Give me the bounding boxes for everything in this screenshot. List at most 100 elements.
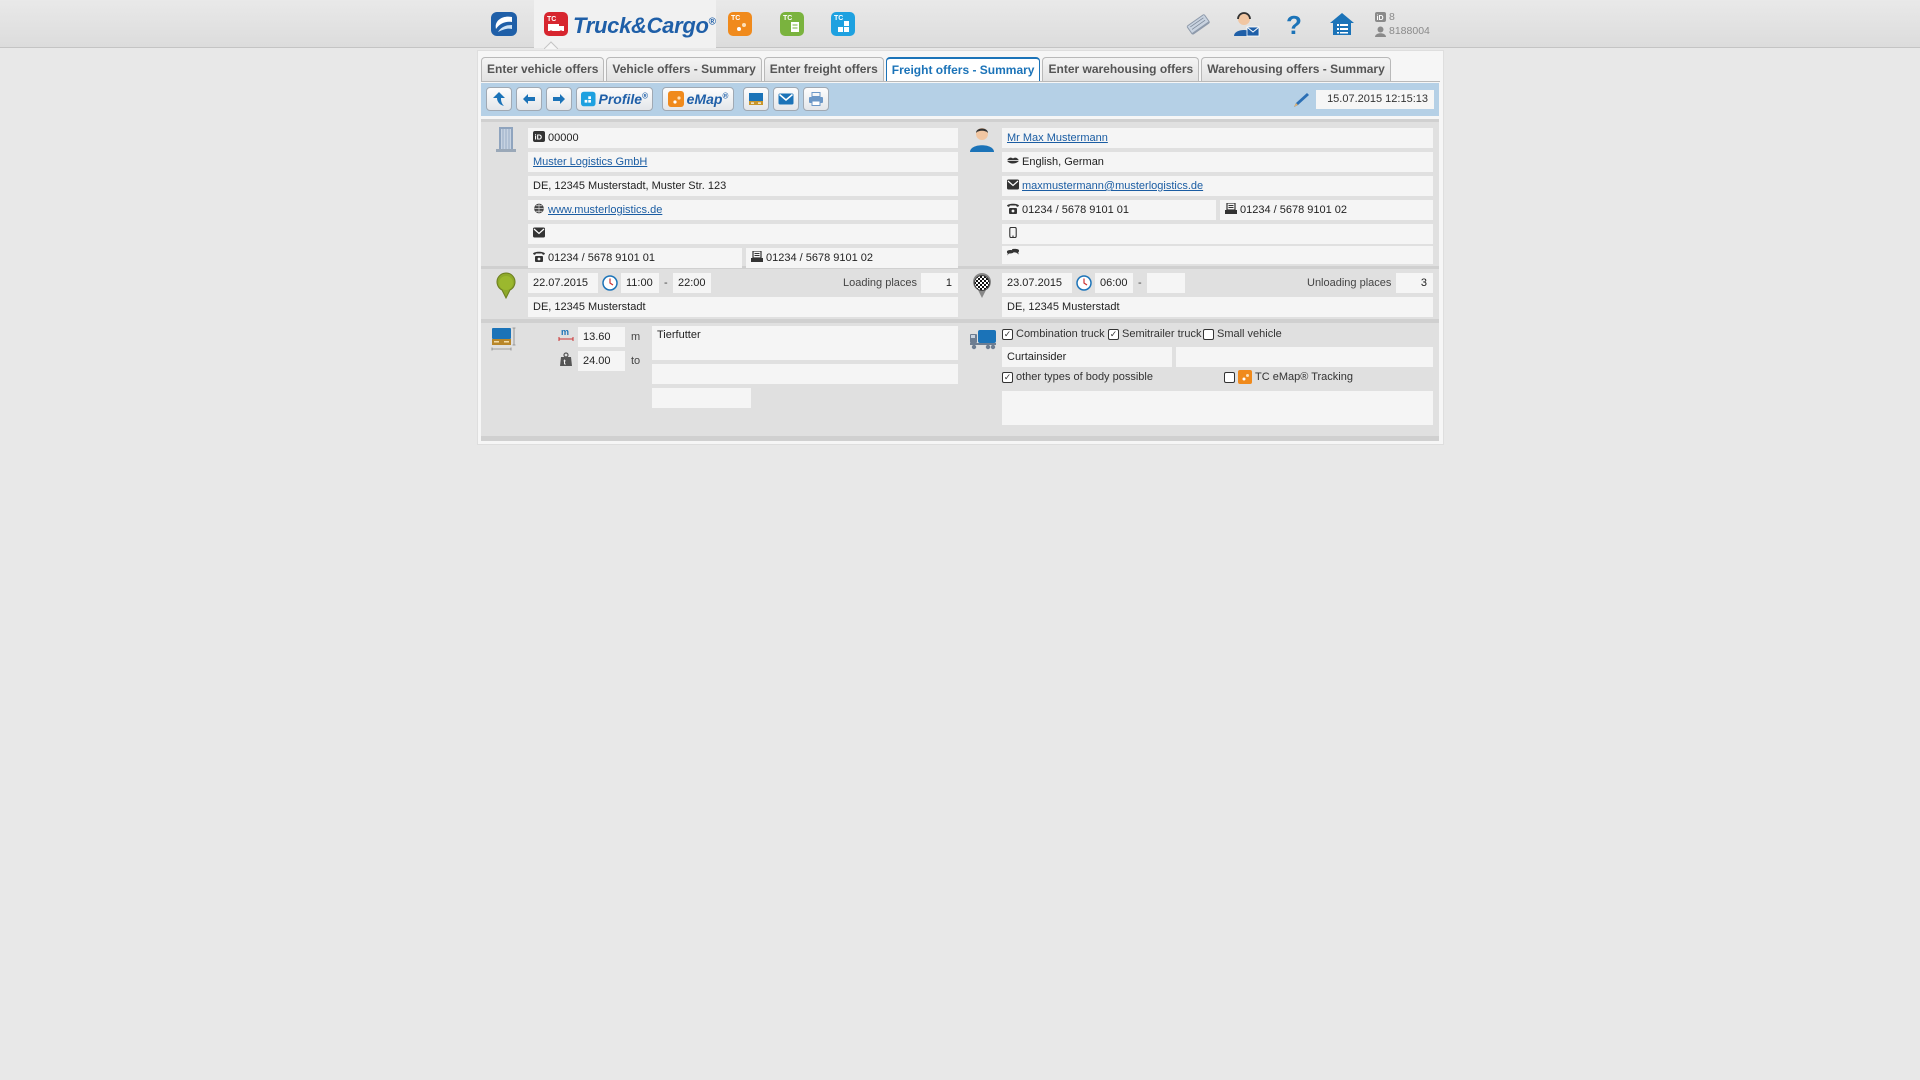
vehicle-notes-field xyxy=(1002,391,1433,425)
tab-enter-freight-offers[interactable]: Enter freight offers xyxy=(763,57,884,81)
cargo-dimensions-icon xyxy=(491,327,516,351)
length-meter-icon: m xyxy=(558,328,574,341)
contact-email-link[interactable]: maxmustermann@musterlogistics.de xyxy=(1022,180,1203,192)
keyboard-icon[interactable] xyxy=(1184,10,1212,38)
contact-messenger-field xyxy=(1002,246,1433,264)
support-contact-icon[interactable] xyxy=(1232,10,1260,38)
other-body-types-checkbox[interactable]: ✓ xyxy=(1002,371,1013,383)
vehicle-type-combination-truck[interactable]: ✓ Combination truck xyxy=(1002,326,1105,342)
offer-timestamp: 15.07.2015 12:15:13 xyxy=(1316,90,1434,109)
tab-enter-vehicle-offers[interactable]: Enter vehicle offers xyxy=(481,57,605,81)
tab-freight-offers-summary[interactable]: Freight offers - Summary xyxy=(885,57,1041,81)
loading-pin-icon xyxy=(496,272,516,300)
vehicle-type-small-vehicle[interactable]: Small vehicle xyxy=(1203,326,1282,342)
company-name-link[interactable]: Muster Logistics GmbH xyxy=(533,156,647,168)
next-button[interactable] xyxy=(546,87,572,111)
weight-unit-label: to xyxy=(631,355,641,367)
cargo-vehicle-section: m 13.60 m t 24.00 to Tierfutter ✓ Combina… xyxy=(481,323,1439,436)
svg-text:TC: TC xyxy=(783,15,792,22)
user-number: 8188004 xyxy=(1389,25,1430,37)
clock-icon xyxy=(602,275,618,291)
unloading-places-field: 3 xyxy=(1396,273,1433,293)
truckcargo-home-icon[interactable] xyxy=(490,11,518,37)
tc-invoice-app-icon[interactable]: TC xyxy=(778,11,806,37)
svg-text:iD: iD xyxy=(1377,15,1384,22)
svg-text:?: ? xyxy=(1286,10,1302,38)
envelope-icon xyxy=(1007,179,1019,190)
unloading-flag-pin-icon xyxy=(973,272,991,298)
email-button[interactable] xyxy=(773,87,799,111)
contact-mobile-field xyxy=(1002,224,1433,244)
tab-bar: Enter vehicle offers Vehicle offers - Su… xyxy=(481,57,1391,81)
company-phone-field: 01234 / 5678 9101 01 xyxy=(528,248,742,268)
contact-email-field: maxmustermann@musterlogistics.de xyxy=(1002,176,1433,196)
previous-button[interactable] xyxy=(516,87,542,111)
arrow-right-icon xyxy=(553,94,565,104)
tab-divider xyxy=(481,81,1440,82)
loading-time-separator: - xyxy=(664,277,668,289)
truckcargo-logo[interactable]: TC Truck&Cargo® xyxy=(534,0,716,49)
arrow-left-icon xyxy=(523,94,535,104)
unloading-location-field: DE, 12345 Musterstadt xyxy=(1002,297,1433,317)
top-bar: TC Truck&Cargo® TC TC TC ? iD 8 8188004 xyxy=(0,0,1920,49)
length-unit-label: m xyxy=(631,331,641,343)
telephone-icon xyxy=(533,251,545,262)
profile-button[interactable]: Profile® xyxy=(576,87,653,111)
tc-emap-app-icon[interactable]: TC xyxy=(726,11,754,37)
small-vehicle-checkbox[interactable] xyxy=(1203,328,1214,340)
help-icon[interactable]: ? xyxy=(1280,10,1308,38)
pallet-icon xyxy=(749,93,763,105)
tc-profile-app-icon[interactable]: TC xyxy=(829,11,857,37)
clock-icon xyxy=(1076,275,1092,291)
telephone-icon xyxy=(1007,203,1019,214)
semitrailer-truck-checkbox[interactable]: ✓ xyxy=(1108,328,1119,340)
lips-language-icon xyxy=(1007,157,1019,164)
unloading-date-field[interactable]: 23.07.2015 xyxy=(1002,273,1072,293)
tab-vehicle-offers-summary[interactable]: Vehicle offers - Summary xyxy=(606,57,762,81)
contact-phone-field: 01234 / 5678 9101 01 xyxy=(1002,200,1216,220)
unloading-places-label: Unloading places xyxy=(1307,277,1392,289)
id-icon: iD xyxy=(1375,12,1386,22)
unloading-time-from-field[interactable]: 06:00 xyxy=(1095,273,1133,293)
loading-date-field[interactable]: 22.07.2015 xyxy=(528,273,598,293)
cargo-button[interactable] xyxy=(743,87,769,111)
contact-name-link[interactable]: Mr Max Mustermann xyxy=(1007,132,1108,144)
combination-truck-checkbox[interactable]: ✓ xyxy=(1002,328,1013,340)
cargo-description-field: Tierfutter xyxy=(652,326,958,360)
tc-emap-icon xyxy=(1238,370,1252,384)
tc-profile-icon xyxy=(581,91,596,107)
tc-emap-tracking-checkbox[interactable] xyxy=(1224,371,1235,383)
edit-pencil-icon[interactable] xyxy=(1292,92,1310,108)
logo-text: Truck&Cargo® xyxy=(573,13,716,38)
mobile-phone-icon xyxy=(1009,227,1017,238)
tab-enter-warehousing-offers[interactable]: Enter warehousing offers xyxy=(1042,57,1200,81)
loading-time-to-field[interactable]: 22:00 xyxy=(673,273,711,293)
user-info: iD 8 8188004 xyxy=(1375,10,1430,38)
loading-location-field: DE, 12345 Musterstadt xyxy=(528,297,958,317)
tc-emap-tracking-option[interactable]: TC eMap® Tracking xyxy=(1224,369,1353,385)
company-website-field: www.musterlogistics.de xyxy=(528,200,958,220)
active-caret-icon xyxy=(544,41,558,49)
other-body-types-option[interactable]: ✓ other types of body possible xyxy=(1002,369,1153,385)
weight-icon: t xyxy=(560,352,572,366)
back-to-list-button[interactable] xyxy=(486,87,512,111)
loading-unloading-section: 22.07.2015 11:00 - 22:00 Loading places … xyxy=(481,269,1439,319)
loading-places-label: Loading places xyxy=(843,277,918,289)
emap-button[interactable]: eMap® xyxy=(662,87,734,111)
tc-emap-icon xyxy=(667,91,684,107)
vehicle-type-semitrailer-truck[interactable]: ✓ Semitrailer truck xyxy=(1108,326,1201,342)
company-website-link[interactable]: www.musterlogistics.de xyxy=(548,204,662,216)
print-button[interactable] xyxy=(803,87,829,111)
user-id-count: 8 xyxy=(1389,11,1395,23)
tab-warehousing-offers-summary[interactable]: Warehousing offers - Summary xyxy=(1201,57,1391,81)
unloading-time-to-field[interactable] xyxy=(1147,273,1185,293)
company-email-field xyxy=(528,224,958,244)
cargo-weight-field: 24.00 xyxy=(578,351,625,371)
svg-text:TC: TC xyxy=(547,16,556,23)
loading-time-from-field[interactable]: 11:00 xyxy=(621,273,659,293)
cargo-extra-field xyxy=(652,388,751,408)
svg-text:iD: iD xyxy=(535,133,543,142)
company-building-icon xyxy=(496,127,516,152)
home-menu-icon[interactable] xyxy=(1328,10,1356,38)
contact-name-field: Mr Max Mustermann xyxy=(1002,128,1433,148)
